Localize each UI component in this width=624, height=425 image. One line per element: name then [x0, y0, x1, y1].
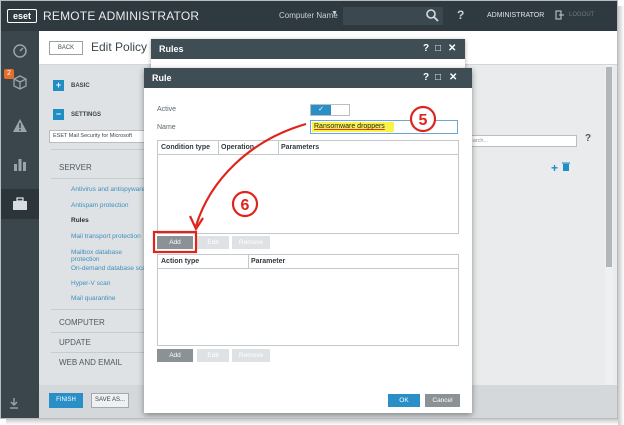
search-icon[interactable] — [425, 8, 439, 22]
collapse-icon[interactable]: − — [53, 109, 64, 120]
bar-chart-icon — [14, 159, 26, 171]
column-header[interactable]: Condition type — [161, 144, 210, 151]
actions-table: Action type Parameter — [157, 254, 459, 346]
nav-item-quarantine[interactable]: Mail quarantine — [71, 295, 115, 302]
nav-item-mailbox-db[interactable]: Mailbox database protection — [71, 249, 151, 263]
column-header[interactable]: Operation — [221, 144, 254, 151]
nav-item-rules[interactable]: Rules — [71, 217, 89, 224]
user-name[interactable]: ADMINISTRATOR — [487, 12, 544, 19]
add-condition-button[interactable]: Add — [157, 236, 193, 249]
help-icon[interactable]: ? — [457, 8, 464, 22]
edit-condition-button[interactable]: Edit — [197, 236, 229, 249]
divider — [51, 352, 151, 353]
logout-link[interactable]: LOGOUT — [569, 12, 594, 18]
product-select[interactable]: ESET Mail Security for Microsoft — [49, 130, 159, 143]
nav-computer[interactable]: COMPUTER — [59, 318, 105, 327]
nav-item-antivirus[interactable]: Antivirus and antispyware — [71, 186, 145, 193]
nav-server[interactable]: SERVER — [59, 163, 92, 172]
help-icon[interactable]: ? — [423, 72, 429, 83]
top-bar: eset REMOTE ADMINISTRATOR Computer Name … — [1, 1, 617, 31]
notification-badge: 2 — [4, 69, 14, 79]
app-window: eset REMOTE ADMINISTRATOR Computer Name … — [0, 0, 618, 419]
sidebar-item-admin[interactable] — [1, 189, 39, 219]
eset-logo: eset — [7, 9, 37, 23]
rules-dialog-title: Rules — [159, 44, 184, 54]
remove-action-button[interactable]: Remove — [232, 349, 270, 362]
active-toggle[interactable]: ✓ — [310, 104, 350, 116]
warning-icon — [13, 119, 27, 132]
column-header[interactable]: Parameters — [281, 144, 319, 151]
cancel-button[interactable]: Cancel — [425, 394, 460, 407]
close-icon[interactable]: ✕ — [449, 72, 457, 83]
help-icon[interactable]: ? — [423, 43, 429, 54]
nav-web-email[interactable]: WEB AND EMAIL — [59, 358, 122, 367]
frame-shadow — [6, 419, 624, 425]
settings-panel: + BASIC − SETTINGS ESET Mail Security fo… — [39, 65, 159, 385]
finish-button[interactable]: FINISH — [49, 393, 83, 408]
rule-dialog: Rule ? □ ✕ Active ✓ Name Ransomware drop… — [144, 68, 472, 413]
download-icon[interactable] — [9, 397, 19, 409]
sidebar-item-threats[interactable] — [1, 111, 39, 141]
rule-dialog-header: Rule ? □ ✕ — [144, 68, 472, 88]
conditions-header: Condition type Operation Parameters — [158, 141, 458, 155]
nav-item-hyperv[interactable]: Hyper-V scan — [71, 280, 110, 287]
divider — [51, 178, 151, 179]
nav-item-ondemand[interactable]: On-demand database scan — [71, 265, 149, 272]
sidebar-item-reports[interactable] — [1, 149, 39, 179]
add-icon[interactable]: + — [551, 161, 558, 175]
ok-button[interactable]: OK — [388, 394, 420, 407]
back-label: BACK — [57, 45, 75, 51]
brand-title: REMOTE ADMINISTRATOR — [43, 9, 200, 23]
maximize-icon[interactable]: □ — [435, 72, 441, 83]
sidebar-item-dashboard[interactable] — [1, 35, 39, 65]
frame-shadow — [618, 6, 624, 425]
add-action-button[interactable]: Add — [157, 349, 193, 362]
rule-dialog-title: Rule — [152, 73, 172, 83]
column-separator — [218, 141, 219, 155]
chevron-down-icon[interactable]: ▼ — [331, 10, 338, 17]
settings-search-input[interactable]: Search... — [461, 135, 577, 147]
computer-name-filter[interactable]: Computer Name — [279, 11, 338, 20]
column-header[interactable]: Parameter — [251, 258, 285, 265]
expand-icon[interactable]: + — [53, 80, 64, 91]
back-button[interactable]: BACK — [49, 41, 83, 55]
section-settings[interactable]: SETTINGS — [71, 112, 101, 118]
rule-name-input[interactable]: Ransomware droppers — [310, 120, 458, 134]
briefcase-icon — [13, 197, 27, 210]
conditions-table: Condition type Operation Parameters — [157, 140, 459, 234]
nav-update[interactable]: UPDATE — [59, 338, 91, 347]
rule-name-value: Ransomware droppers — [312, 122, 394, 132]
logout-icon[interactable] — [555, 10, 565, 20]
section-basic[interactable]: BASIC — [71, 83, 90, 89]
nav-item-mail-transport[interactable]: Mail transport protection — [71, 233, 141, 240]
column-separator — [278, 141, 279, 155]
column-header[interactable]: Action type — [161, 258, 199, 265]
rules-dialog: Rules ? □ ✕ — [151, 39, 465, 69]
save-as-button[interactable]: SAVE AS... — [91, 393, 129, 408]
close-icon[interactable]: ✕ — [448, 43, 456, 54]
remove-condition-button[interactable]: Remove — [232, 236, 270, 249]
divider — [51, 149, 151, 150]
box-icon — [13, 75, 27, 90]
sidebar-item-computers[interactable]: 2 — [1, 67, 39, 97]
divider — [51, 309, 151, 310]
edit-action-button[interactable]: Edit — [197, 349, 229, 362]
rules-dialog-header: Rules ? □ ✕ — [151, 39, 465, 59]
actions-header: Action type Parameter — [158, 255, 458, 269]
active-label: Active — [157, 106, 177, 113]
column-separator — [248, 255, 249, 269]
help-icon[interactable]: ? — [585, 133, 591, 144]
trash-icon[interactable] — [562, 162, 570, 171]
sidebar: 2 — [1, 31, 39, 418]
scrollbar-thumb[interactable] — [606, 67, 612, 267]
nav-item-antispam[interactable]: Antispam protection — [71, 202, 128, 209]
check-icon: ✓ — [311, 105, 331, 115]
divider — [51, 332, 151, 333]
dashboard-icon — [13, 44, 27, 58]
maximize-icon[interactable]: □ — [435, 43, 441, 54]
name-label: Name — [157, 124, 176, 131]
